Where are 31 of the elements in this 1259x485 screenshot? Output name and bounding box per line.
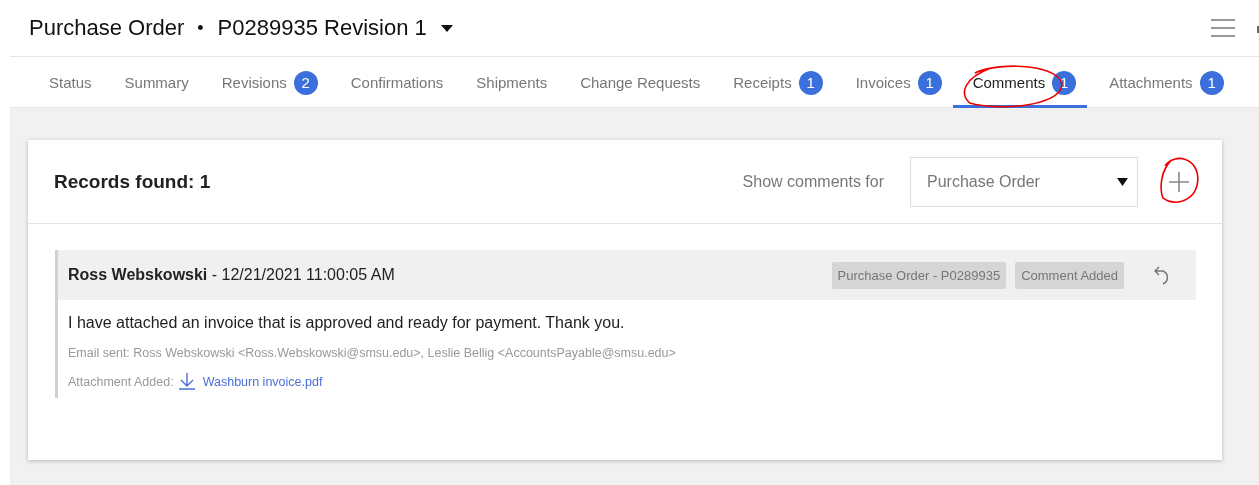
comment-author: Ross Webskowski - 12/21/2021 11:00:05 AM — [68, 266, 395, 284]
tag-label: Purchase Order - P0289935 — [831, 261, 1007, 289]
tab[interactable]: Attachments 1 — [1087, 57, 1235, 108]
tab[interactable]: Change Requests — [558, 57, 712, 108]
caret-icon[interactable] — [440, 24, 453, 32]
menu-icon[interactable] — [1211, 18, 1235, 38]
count-badge: 1 — [917, 70, 942, 95]
document-title: P0289935 Revision 1 — [217, 15, 427, 41]
tab[interactable]: Receipts 1 — [711, 57, 834, 108]
page-title: Purchase Order — [29, 15, 185, 41]
attachment-link[interactable]: Washburn invoice.pdf — [202, 374, 323, 389]
comment-text: I have attached an invoice that is approved and ready for payment. Thank you. — [68, 314, 626, 332]
records-count: Records found: 1 — [54, 170, 211, 193]
count-badge: 1 — [1199, 70, 1224, 95]
tab[interactable]: Revisions 2 — [199, 57, 329, 108]
tab[interactable]: Confirmations — [328, 57, 455, 108]
tab[interactable]: Summary — [102, 57, 200, 108]
tab[interactable]: Invoices 1 — [833, 57, 953, 108]
filter-label: Show comments for — [742, 172, 884, 191]
email-recipients: Email sent: Ross Webskowski <Ross.Webskowski@smsu.edu>, Leslie Bellig <AccountsPayable@smsu.edu> — [68, 346, 677, 360]
tag-label: Comment Added — [1015, 261, 1124, 289]
caret-icon — [1117, 177, 1128, 186]
download-icon[interactable] — [177, 373, 196, 390]
title-separator: • — [197, 17, 204, 39]
tab[interactable]: Status — [27, 57, 103, 108]
plus-icon — [1169, 171, 1189, 192]
count-badge: 1 — [798, 70, 823, 95]
count-badge: 2 — [293, 70, 318, 95]
comment-filter-dropdown[interactable]: Purchase Order — [910, 156, 1138, 207]
tab[interactable]: Shipments — [454, 57, 559, 108]
attachment-label: Attachment Added: — [68, 374, 174, 389]
